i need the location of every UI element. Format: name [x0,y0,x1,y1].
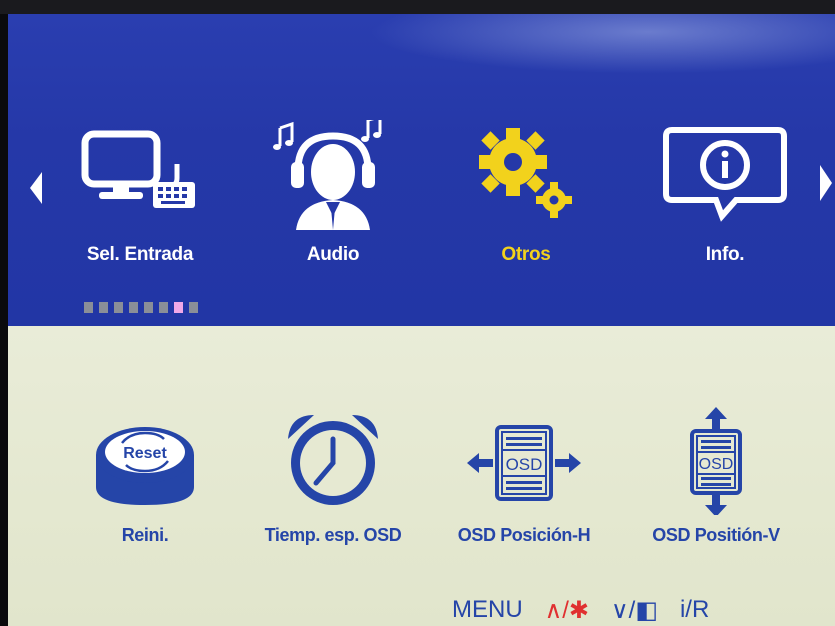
reset-icon-text: Reset [123,445,167,462]
menu-item-audio[interactable]: Audio [258,120,408,270]
osd-vertical-icon: OSD [690,407,742,515]
page-dot [84,302,93,313]
up-key-hint: ∧/✱ [544,597,590,624]
menu-label: Sel. Entrada [86,244,194,265]
reset-button-icon: Reset [96,427,194,505]
gears-icon [479,128,572,218]
menu-label: Info. [705,244,745,265]
submenu-item-osd-v-position[interactable]: OSD OSD Positión-V [631,405,801,555]
menu-item-info[interactable]: Info. [650,120,800,270]
osd-icon-text: OSD [506,455,543,474]
page-indicator [84,302,198,314]
scroll-right-arrow-icon[interactable] [820,165,832,201]
page-dot [114,302,123,313]
scroll-left-arrow-icon[interactable] [30,172,42,204]
submenu-item-osd-h-position[interactable]: OSD OSD Posición-H [439,405,609,555]
osd-icon-text: OSD [699,456,734,473]
osd-screen: Sel. Entrada Audio Otros Info. Reset Rei… [0,0,835,626]
menu-label: Audio [306,244,360,265]
key-hint-bar: MENU ∧/✱ ∨/◧ i/R [452,596,709,626]
submenu-item-reset[interactable]: Reset Reini. [60,405,230,555]
page-dot-active [174,302,183,313]
page-dot [99,302,108,313]
headphones-person-icon [273,120,382,230]
menu-label: Otros [501,244,551,265]
menu-key-hint: MENU [452,596,523,623]
input-key-hint: i/R [679,596,710,623]
submenu-label: Reini. [121,525,169,545]
down-key-hint: ∨/◧ [611,597,658,624]
page-dot [189,302,198,313]
page-dot [129,302,138,313]
menu-item-others[interactable]: Otros [451,120,601,270]
alarm-clock-icon [288,415,378,505]
osd-horizontal-icon: OSD [467,425,581,501]
submenu-label: OSD Posición-H [457,525,591,545]
submenu-item-osd-timeout[interactable]: Tiemp. esp. OSD [248,405,418,555]
monitor-bezel [0,0,835,14]
info-icon [663,127,787,222]
page-dot [159,302,168,313]
submenu-label: OSD Positión-V [652,525,780,545]
menu-item-input-select[interactable]: Sel. Entrada [65,120,215,270]
page-dot [144,302,153,313]
monitor-keyboard-icon [81,130,195,208]
submenu-label: Tiemp. esp. OSD [264,525,402,545]
